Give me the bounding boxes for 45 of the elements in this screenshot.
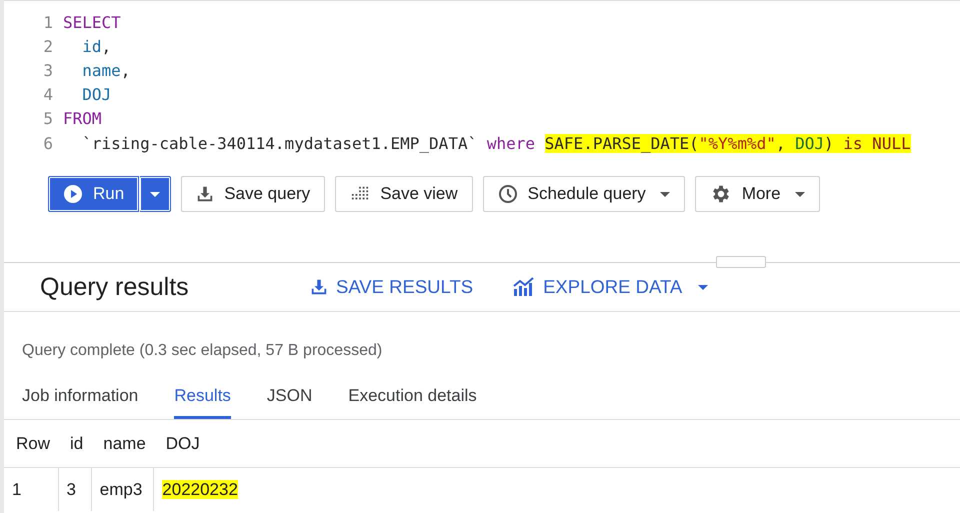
bar-chart-icon (513, 277, 536, 297)
caret-icon (698, 284, 708, 290)
code-editor[interactable]: 1 SELECT 2 id, 3 name, 4 DOJ 5 FROM 6 `rising-cable-340114.mydataset1.EMP_DATA` where SAFE.PARSE_DATE("%Y%m%d", DOJ) is NULL (4, 0, 960, 160)
download-icon (196, 185, 214, 203)
line-number: 6 (42, 134, 54, 153)
table-cell: 1 (12, 480, 22, 498)
results-tab[interactable]: Execution details (348, 380, 477, 419)
resize-handle[interactable] (716, 256, 766, 268)
run-button[interactable]: Run (48, 176, 140, 212)
line-number: 2 (42, 36, 54, 56)
line-number: 1 (42, 12, 54, 32)
toolbar-button[interactable]: Save query (181, 176, 326, 212)
download-icon (310, 278, 328, 296)
line-number: 5 (42, 109, 54, 128)
panel-title: Query results (40, 272, 190, 302)
caret-icon (150, 192, 160, 196)
action-link[interactable]: SAVE RESULTS (310, 276, 474, 298)
toolbar-button[interactable]: Schedule query (482, 176, 685, 212)
run-menu-button[interactable] (139, 176, 172, 212)
table-cell: emp3 (100, 480, 142, 498)
results-tab[interactable]: JSON (266, 380, 312, 419)
caret-icon (794, 192, 805, 196)
table-cell: 20220232 (162, 480, 238, 498)
action-link[interactable]: EXPLORE DATA (513, 276, 708, 298)
code-line: id, (81, 36, 112, 56)
line-number: 4 (42, 85, 54, 104)
column-header: DOJ (154, 420, 960, 468)
code-line: FROM (63, 109, 102, 128)
code-line: name, (81, 60, 130, 80)
results-tab[interactable]: Job information (22, 380, 138, 419)
column-header: name (91, 420, 154, 468)
toolbar-button[interactable]: Save view (335, 176, 473, 212)
column-header: Row (4, 420, 58, 468)
results-tab[interactable]: Results (174, 380, 231, 419)
clock-icon (498, 184, 518, 204)
column-header: id (58, 420, 92, 468)
code-line: DOJ (81, 85, 112, 104)
code-line: `rising-cable-340114.mydataset1.EMP_DATA` where SAFE.PARSE_DATE("%Y%m%d", DOJ) is NULL (81, 134, 911, 153)
play-icon (63, 184, 83, 204)
table-cell: 3 (66, 480, 76, 498)
status-text: Query complete (0.3 sec elapsed, 57 B processed) (21, 341, 384, 361)
code-line: SELECT (63, 12, 121, 32)
toolbar-button[interactable]: More (694, 176, 820, 212)
line-number: 3 (42, 60, 54, 80)
caret-icon (660, 192, 670, 196)
